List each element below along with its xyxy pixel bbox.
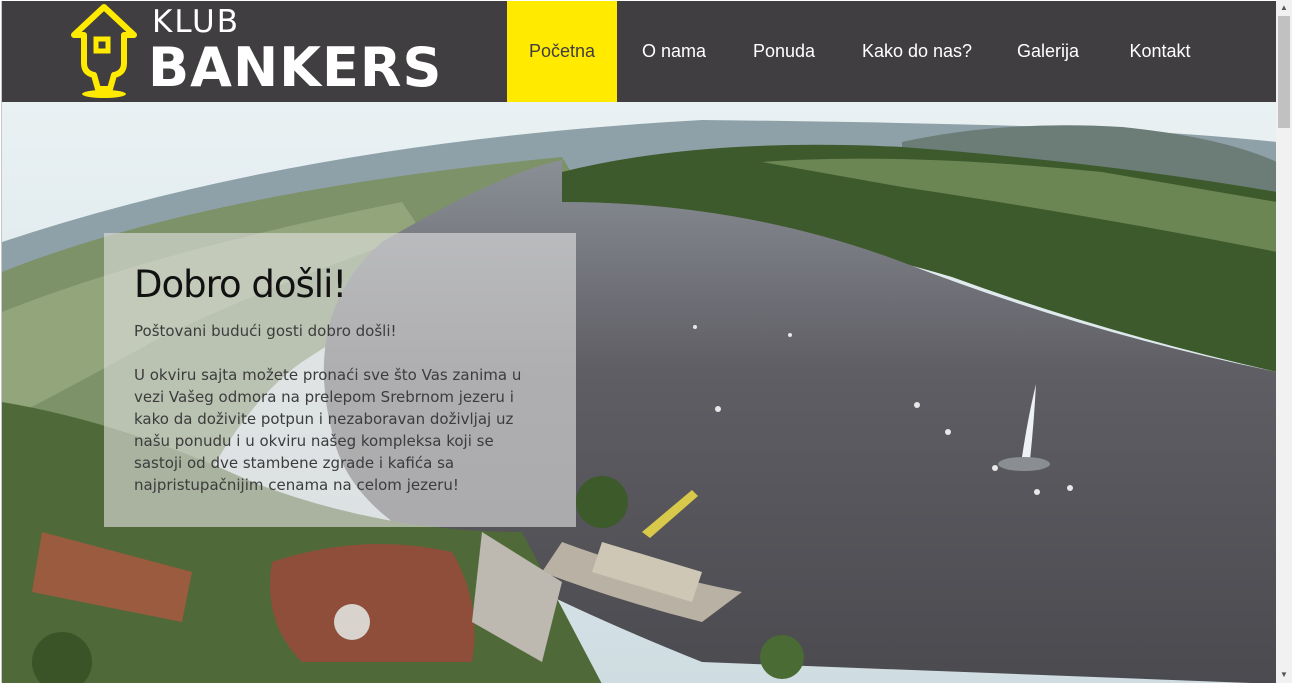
nav-item-kako-do-nas[interactable]: Kako do nas? xyxy=(837,1,997,102)
nav-item-pocetna[interactable]: Početna xyxy=(507,1,617,102)
site-logo[interactable]: KLUB BANKERS xyxy=(68,1,441,102)
welcome-title: Dobro došli! xyxy=(134,263,347,306)
house-on-pin-icon xyxy=(71,4,137,98)
hero-banner: Dobro došli! Poštovani budući gosti dobr… xyxy=(2,102,1277,683)
page-scrollbar[interactable]: ▲ ▼ xyxy=(1276,0,1292,683)
logo-text-large: BANKERS xyxy=(148,36,443,99)
nav-item-o-nama[interactable]: O nama xyxy=(617,1,731,102)
welcome-greeting: Poštovani budući gosti dobro došli! xyxy=(134,322,397,340)
nav-item-ponuda[interactable]: Ponuda xyxy=(731,1,837,102)
site-header: KLUB BANKERS Početna O nama Ponuda Kako … xyxy=(2,1,1277,102)
nav-item-galerija[interactable]: Galerija xyxy=(997,1,1099,102)
scroll-thumb[interactable] xyxy=(1278,16,1290,128)
logo-text-small: KLUB xyxy=(152,4,241,40)
page: KLUB BANKERS Početna O nama Ponuda Kako … xyxy=(1,1,1277,683)
nav-item-kontakt[interactable]: Kontakt xyxy=(1099,1,1221,102)
main-nav: Početna O nama Ponuda Kako do nas? Galer… xyxy=(507,1,1221,102)
scroll-down-arrow-icon[interactable]: ▼ xyxy=(1276,667,1292,683)
scroll-up-arrow-icon[interactable]: ▲ xyxy=(1276,0,1292,16)
welcome-body: U okviru sajta možete pronaći sve što Va… xyxy=(134,366,522,494)
welcome-panel: Dobro došli! Poštovani budući gosti dobr… xyxy=(104,233,576,527)
